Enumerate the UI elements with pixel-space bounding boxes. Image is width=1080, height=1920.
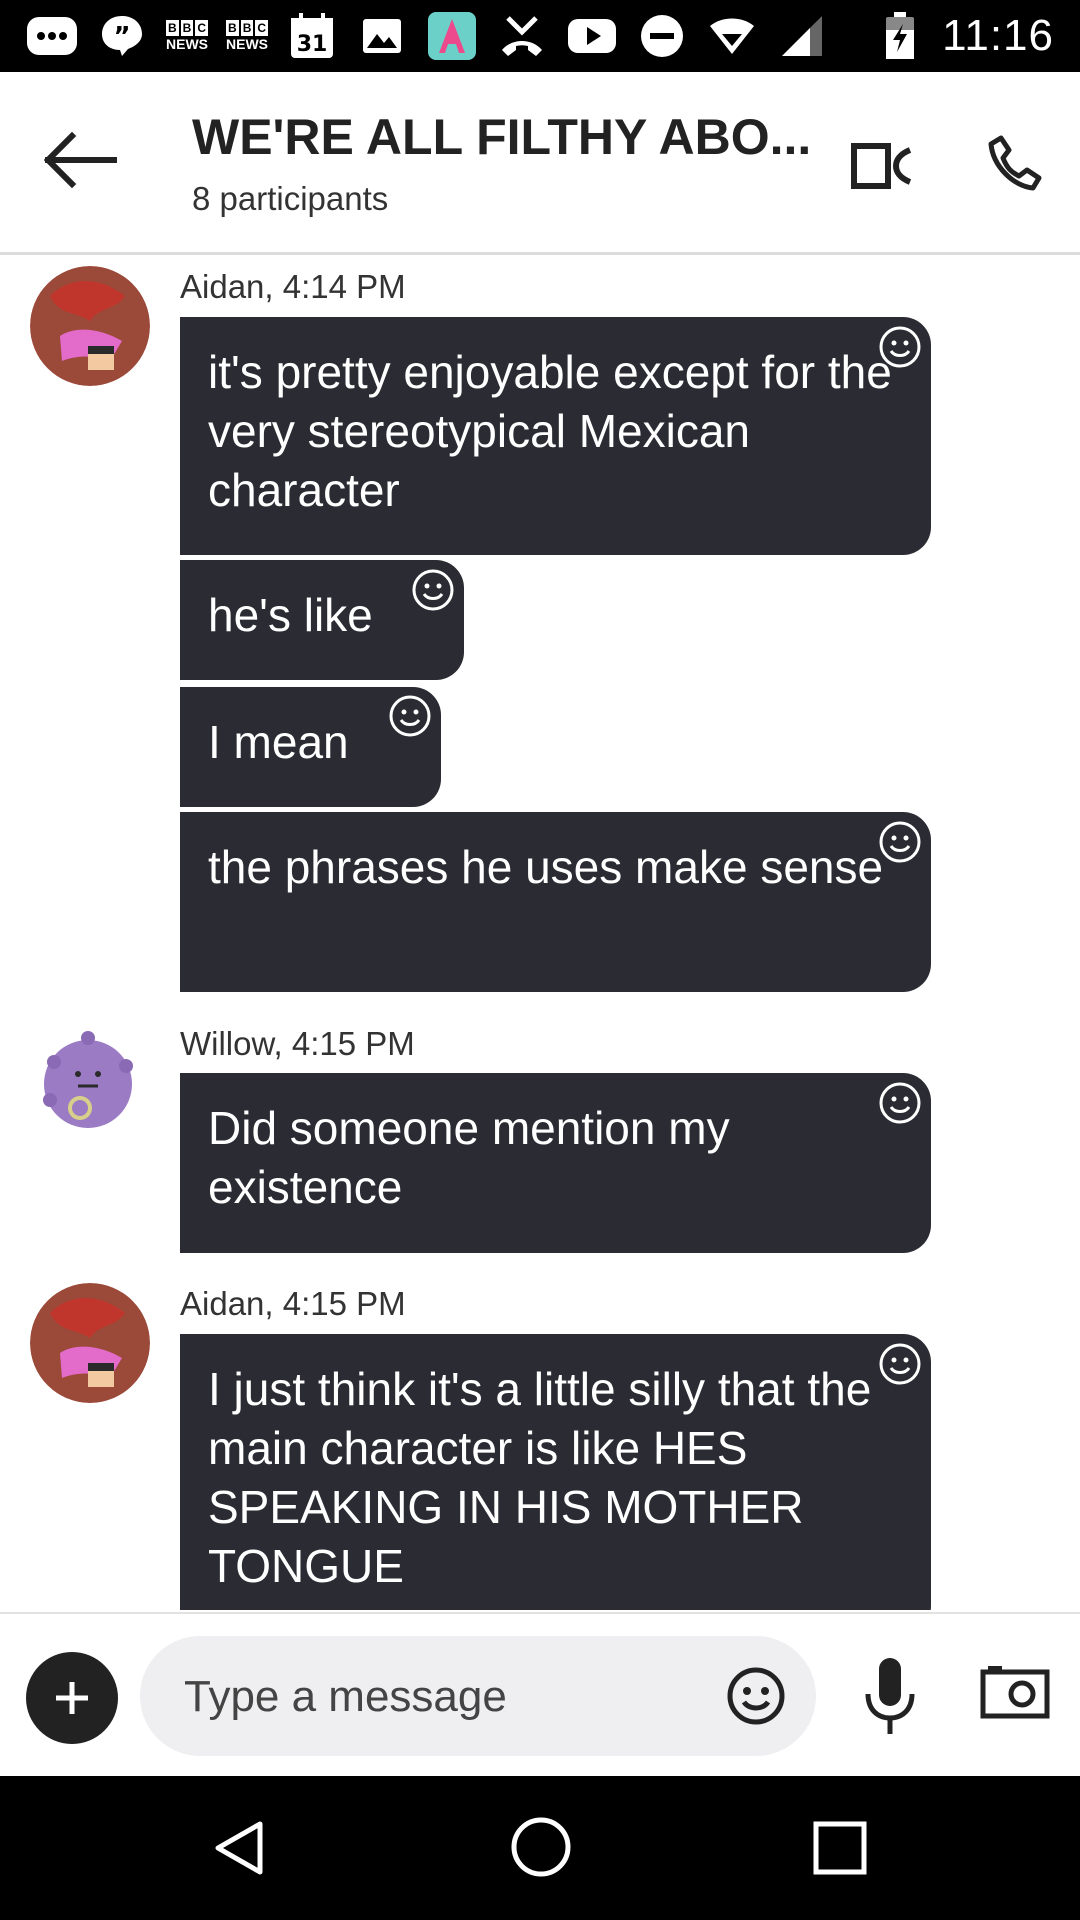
add-reaction-icon: [389, 695, 431, 737]
emoji-icon: [727, 1667, 785, 1725]
chat-header: WE'RE ALL FILTHY ABO... 8 participants: [0, 72, 1080, 255]
react-button[interactable]: [411, 568, 455, 612]
message-bubble[interactable]: I just think it's a little silly that th…: [180, 1334, 931, 1610]
app-icon: [426, 10, 478, 62]
message-composer: [0, 1612, 1080, 1778]
message-text: I just think it's a little silly that th…: [208, 1363, 872, 1592]
camera-button[interactable]: [980, 1664, 1050, 1720]
message-input-container[interactable]: [140, 1636, 816, 1756]
wifi-icon: [706, 10, 758, 62]
nav-recents-button[interactable]: [812, 1820, 868, 1876]
message-text: Did someone mention my existence: [208, 1102, 730, 1213]
react-button[interactable]: [878, 1081, 922, 1125]
sender-label: Aidan, 4:14 PM: [180, 268, 406, 305]
nav-back-button[interactable]: [210, 1818, 270, 1878]
emoji-button[interactable]: [726, 1666, 786, 1726]
react-button[interactable]: [878, 820, 922, 864]
message-list[interactable]: Aidan, 4:14 PM it's pretty enjoyable exc…: [0, 255, 1080, 1610]
message-text: the phrases he uses make sense: [208, 841, 884, 893]
aidan-avatar[interactable]: [30, 266, 150, 386]
add-reaction-icon: [879, 821, 921, 863]
willow-avatar[interactable]: [30, 1022, 150, 1142]
nav-home-button[interactable]: [510, 1816, 572, 1878]
message-bubble[interactable]: it's pretty enjoyable except for the ver…: [180, 317, 931, 555]
nav-recents-icon: [813, 1821, 867, 1875]
add-reaction-icon: [879, 1343, 921, 1385]
back-button[interactable]: [43, 130, 118, 190]
voice-message-button[interactable]: [862, 1654, 918, 1738]
system-nav-bar: [0, 1776, 1080, 1920]
participant-count[interactable]: 8 participants: [192, 180, 388, 218]
bbc-news-icon: BBC NEWS: [166, 20, 209, 52]
quote-icon: ”: [96, 10, 148, 62]
youtube-icon: [566, 10, 618, 62]
missed-call-icon: [496, 10, 548, 62]
nav-home-icon: [511, 1817, 571, 1877]
gallery-icon: [356, 10, 408, 62]
microphone-icon: [865, 1658, 915, 1734]
message-text: he's like: [208, 589, 373, 641]
plus-icon: [56, 1682, 88, 1714]
svg-text:31: 31: [297, 32, 328, 57]
sender-label: Aidan, 4:15 PM: [180, 1285, 406, 1322]
status-right: 11:16: [874, 10, 1054, 62]
message-input[interactable]: [182, 1664, 706, 1730]
react-button[interactable]: [878, 325, 922, 369]
message-bubble[interactable]: the phrases he uses make sense: [180, 812, 931, 992]
message-bubble[interactable]: Did someone mention my existence: [180, 1073, 931, 1253]
camera-icon: [980, 1666, 1050, 1719]
clock: 11:16: [942, 11, 1054, 60]
video-call-button[interactable]: [850, 138, 914, 194]
messenger-icon: [26, 10, 78, 62]
battery-icon: [874, 10, 926, 62]
status-bar: ” BBC NEWS BBC NEWS 31 11:16: [0, 0, 1080, 72]
voice-call-button[interactable]: [985, 132, 1045, 192]
sender-label: Willow, 4:15 PM: [180, 1025, 415, 1062]
bbc-news-icon: BBC NEWS: [226, 20, 269, 52]
phone-icon: [988, 135, 1042, 191]
react-button[interactable]: [878, 1342, 922, 1386]
message-text: I mean: [208, 716, 349, 768]
add-reaction-icon: [879, 326, 921, 368]
calendar-icon: 31: [286, 10, 338, 62]
conversation-title[interactable]: WE'RE ALL FILTHY ABO...: [192, 108, 812, 166]
add-reaction-icon: [412, 569, 454, 611]
aidan-avatar[interactable]: [30, 1283, 150, 1403]
react-button[interactable]: [388, 694, 432, 738]
add-reaction-icon: [879, 1082, 921, 1124]
notification-icons: ” BBC NEWS BBC NEWS 31: [26, 10, 828, 62]
message-text: it's pretty enjoyable except for the ver…: [208, 346, 892, 516]
svg-text:”: ”: [113, 22, 130, 52]
signal-icon: [776, 10, 828, 62]
do-not-disturb-icon: [636, 10, 688, 62]
add-attachment-button[interactable]: [26, 1652, 118, 1744]
nav-back-icon: [215, 1821, 263, 1875]
video-call-icon: [851, 143, 912, 189]
back-arrow-icon: [43, 131, 117, 189]
